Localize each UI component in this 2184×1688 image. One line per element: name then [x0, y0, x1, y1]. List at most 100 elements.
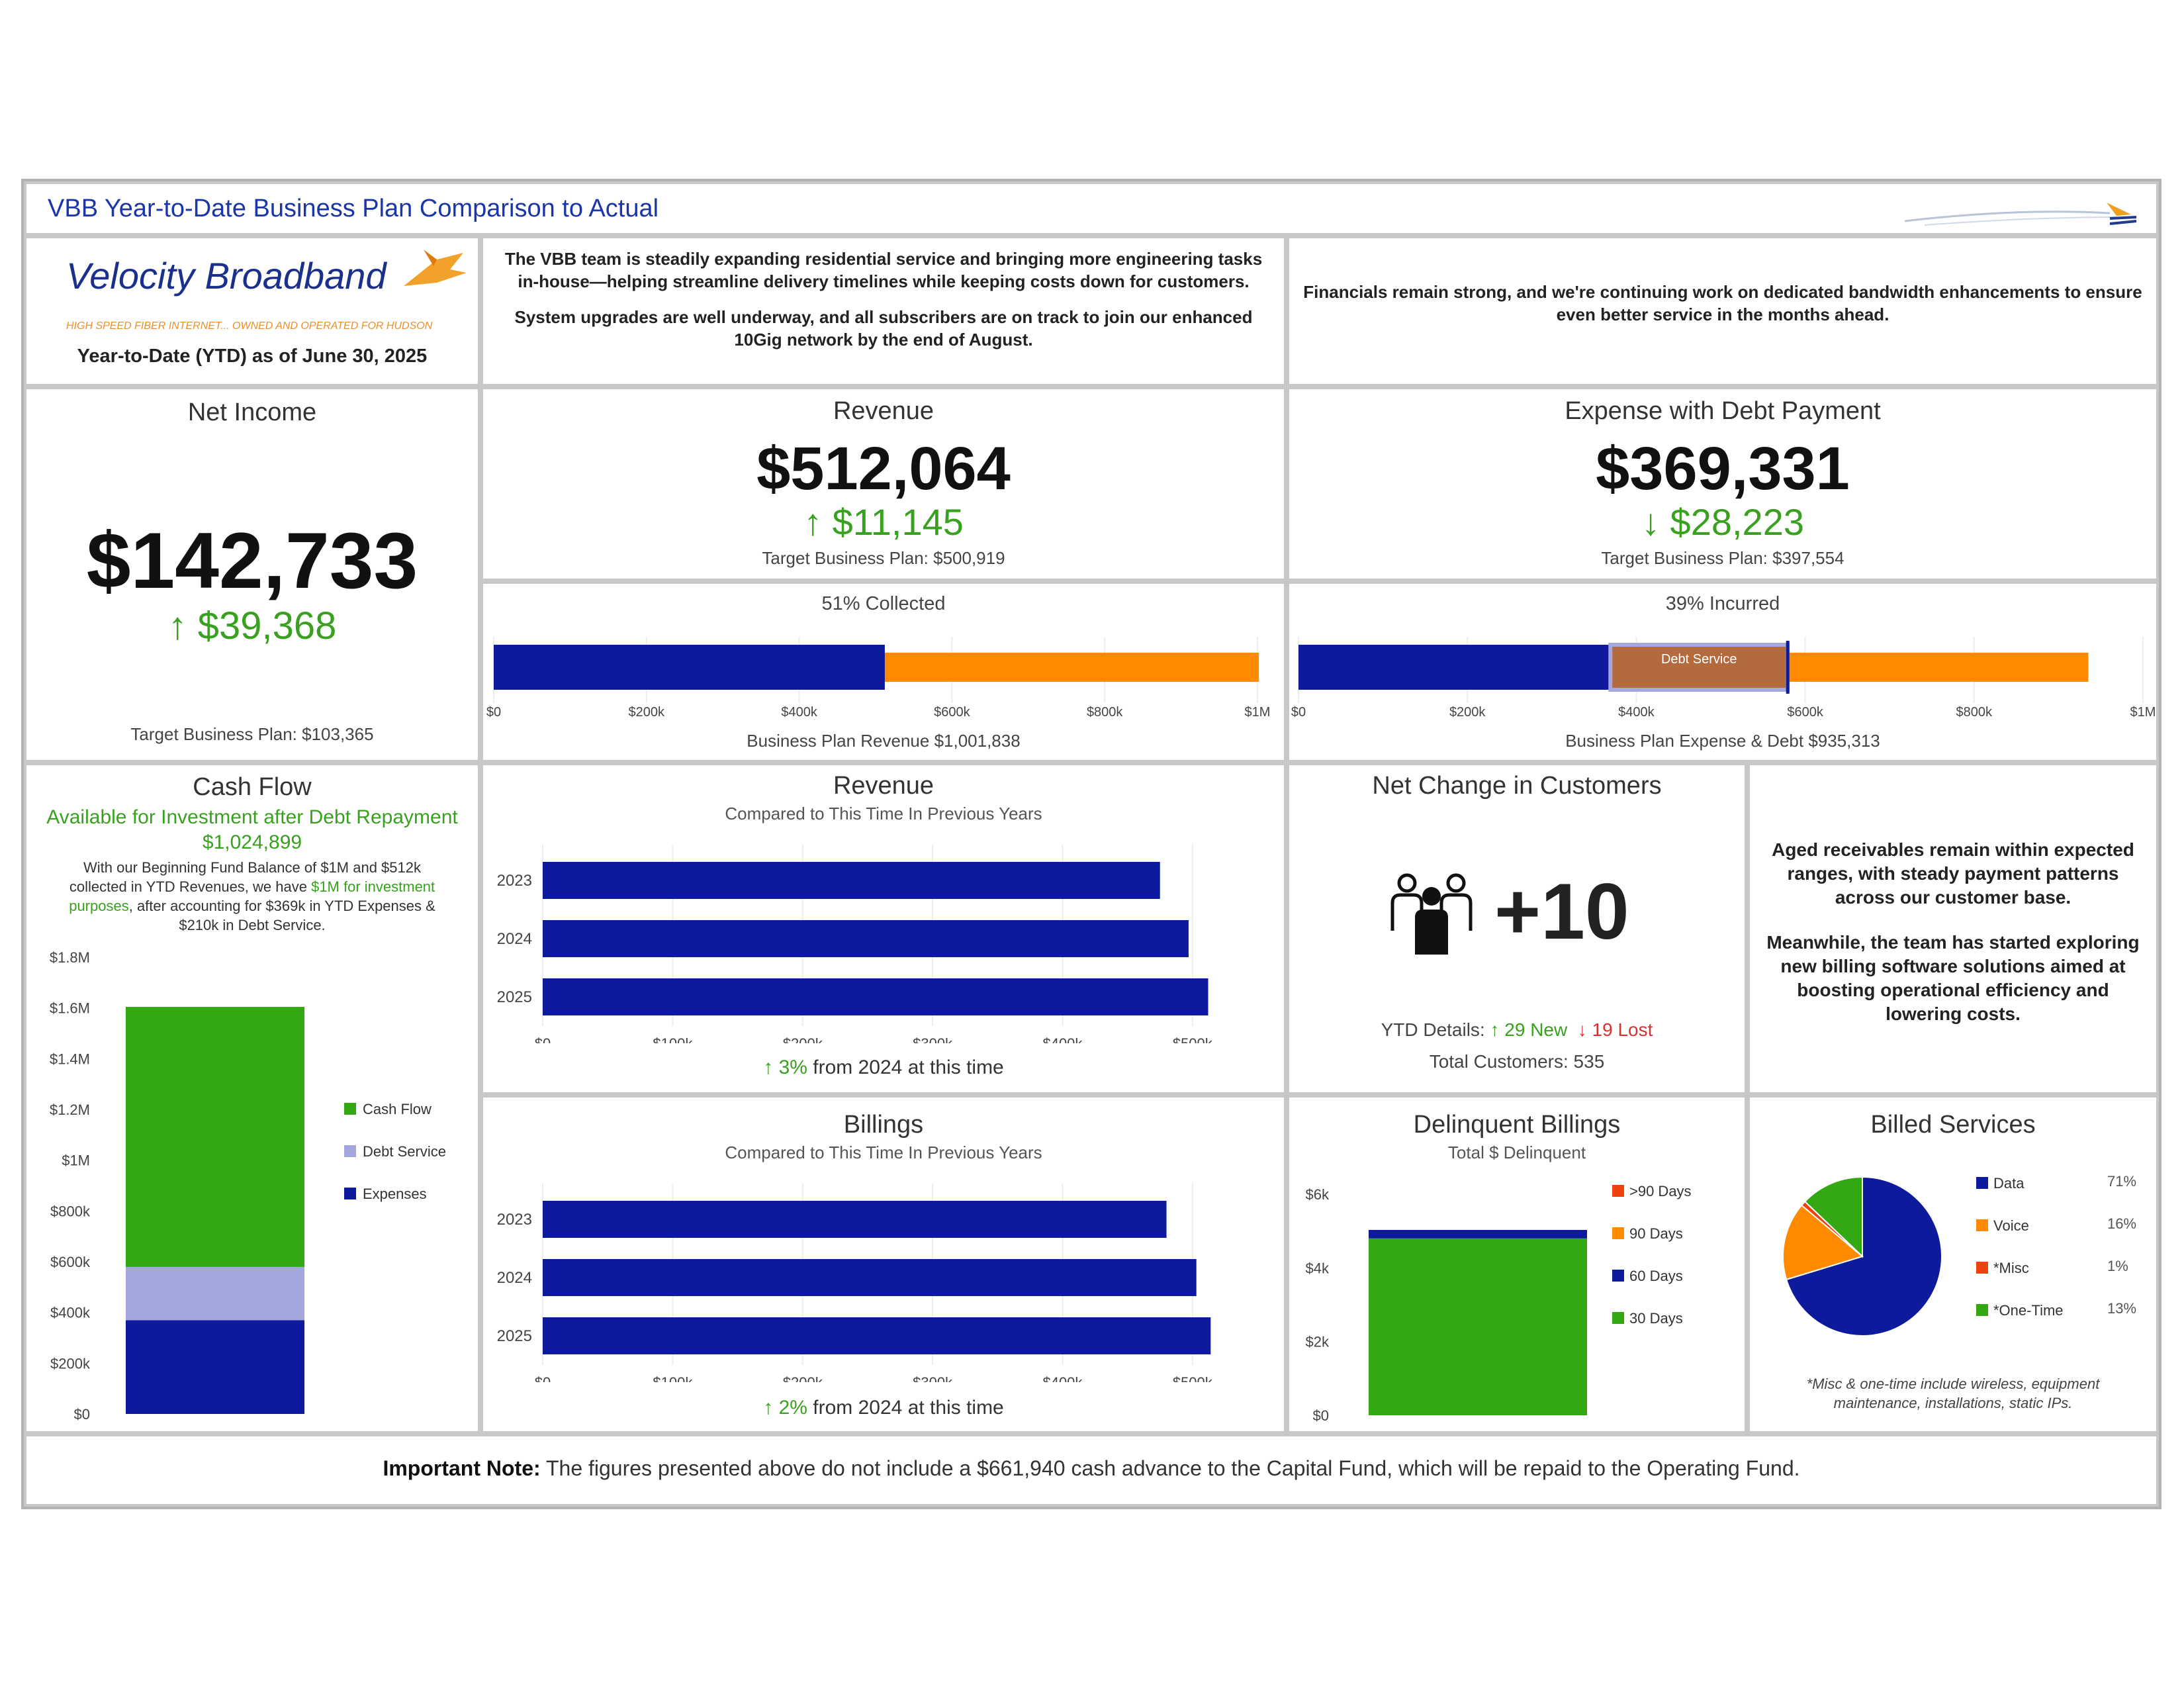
- pie-legend-label: *One-Time: [1993, 1302, 2064, 1319]
- revenue-collected-bar: [494, 645, 885, 690]
- customers-net-value: +10: [1494, 867, 1629, 956]
- revenue-progress-title: 51% Collected: [821, 593, 946, 614]
- billings-history-title: Billings: [843, 1111, 924, 1139]
- bird-logo-icon: [404, 250, 467, 286]
- billings-history-x-tick-label: $400k: [1042, 1374, 1083, 1382]
- revenue-history-x-tick-label: $200k: [783, 1035, 823, 1043]
- delinquent-segment: [1369, 1238, 1587, 1415]
- cash-flow-legend-label: Debt Service: [363, 1143, 446, 1160]
- billings-history-footer-text: from 2024 at this time: [807, 1397, 1004, 1419]
- revenue-kpi-target: Target Business Plan: $500,919: [762, 548, 1005, 568]
- billings-history-x-tick-label: $500k: [1173, 1374, 1213, 1382]
- expense-kpi-value: $369,331: [1596, 435, 1850, 502]
- cash-flow-y-tick-label: $1.8M: [50, 949, 90, 966]
- pie-legend-label: *Misc: [1993, 1260, 2029, 1276]
- net-income-delta: ↑ $39,368: [167, 604, 337, 647]
- delinquent-legend-swatch: [1612, 1227, 1624, 1239]
- cash-flow-y-tick-label: $0: [74, 1406, 90, 1423]
- revenue-history-subtitle: Compared to This Time In Previous Years: [725, 804, 1042, 823]
- delinquent-chart: $0 $2k $4k $6k >90 Days 90 Days 60 Days 30 Days: [1306, 1183, 1692, 1424]
- cash-flow-segment: [126, 1266, 304, 1321]
- billed-services-panel: Billed Services Data 71% Voice 16% *Misc 1% *O…: [1750, 1098, 2156, 1431]
- revenue-kpi-panel: Revenue $512,064 ↑ $11,145 Target Busine…: [483, 389, 1284, 579]
- revenue-history-footer: ↑ 3% from 2024 at this time: [483, 1056, 1284, 1079]
- pie-legend-label: Voice: [1993, 1217, 2029, 1234]
- revenue-progress-x-tick-label: $800k: [1087, 705, 1123, 720]
- revenue-progress-x-tick-label: $0: [486, 705, 501, 720]
- cash-flow-y-tick-label: $800k: [50, 1203, 91, 1219]
- customers-lost-count: ↓ 19 Lost: [1577, 1019, 1653, 1040]
- revenue-history-title: Revenue: [833, 772, 934, 800]
- billings-history-x-tick-label: $0: [535, 1374, 551, 1382]
- pie-data-label: 71%: [2107, 1173, 2136, 1190]
- billings-history-subtitle: Compared to This Time In Previous Years: [725, 1143, 1042, 1162]
- swoosh-logo-icon: [1904, 203, 2137, 226]
- revenue-kpi-title: Revenue: [833, 397, 934, 425]
- expense-kpi-title: Expense with Debt Payment: [1565, 397, 1881, 425]
- expense-incurred-bar: [1298, 645, 1611, 690]
- revenue-progress-chart: $0 $200k $400k $600k $800k $1M: [486, 637, 1271, 720]
- footer-note-text: The figures presented above do not inclu…: [540, 1456, 1800, 1480]
- revenue-history-panel: Revenue Compared to This Time In Previou…: [483, 765, 1284, 1092]
- delinquent-segment: [1369, 1229, 1587, 1239]
- expense-progress-title: 39% Incurred: [1665, 593, 1780, 614]
- billings-history-panel: Billings Compared to This Time In Previo…: [483, 1098, 1284, 1431]
- expense-progress-x-tick-label: $400k: [1618, 705, 1655, 720]
- financials-message: Financials remain strong, and we're cont…: [1303, 282, 2142, 324]
- cash-flow-y-tick-label: $1.4M: [50, 1051, 90, 1067]
- engineering-message-1: The VBB team is steadily expanding resid…: [504, 249, 1263, 291]
- delinquent-y-tick-label: $0: [1313, 1407, 1329, 1424]
- cash-flow-y-tick-label: $400k: [50, 1305, 91, 1321]
- debt-service-label: Debt Service: [1661, 652, 1737, 667]
- revenue-progress-panel: 51% Collected $0 $200k $400k $600k $800k $1M …: [483, 584, 1284, 760]
- logo-panel: Velocity Broadband HIGH SPEED FIBER INTE…: [26, 238, 478, 384]
- delinquent-legend-label: >90 Days: [1629, 1183, 1692, 1199]
- delinquent-legend-swatch: [1612, 1185, 1624, 1197]
- revenue-kpi-delta: ↑ $11,145: [803, 501, 964, 543]
- footer-note-panel: Important Note: The figures presented ab…: [26, 1436, 2156, 1504]
- revenue-history-bar: [543, 920, 1189, 957]
- customers-new-count: ↑ 29 New: [1490, 1019, 1568, 1040]
- cash-flow-amount: $1,024,899: [202, 831, 302, 853]
- revenue-progress-x-tick-label: $200k: [629, 705, 665, 720]
- delinquent-y-tick-label: $4k: [1306, 1260, 1330, 1276]
- expense-progress-x-tick-label: $0: [1291, 705, 1306, 720]
- expense-kpi-delta: ↓ $28,223: [1641, 501, 1804, 543]
- pie-legend-swatch: [1976, 1177, 1988, 1189]
- billings-history-footer: ↑ 2% from 2024 at this time: [483, 1397, 1284, 1419]
- delinquent-title: Delinquent Billings: [1413, 1111, 1621, 1139]
- revenue-history-category-label: 2025: [497, 988, 532, 1006]
- cash-flow-segment: [126, 1007, 304, 1267]
- revenue-history-pct: ↑ 3%: [763, 1056, 807, 1078]
- revenue-progress-x-tick-label: $400k: [781, 705, 817, 720]
- expense-kpi-panel: Expense with Debt Payment $369,331 ↓ $28…: [1289, 389, 2156, 579]
- cash-flow-y-tick-label: $1.6M: [50, 1000, 90, 1017]
- revenue-progress-x-tick-label: $1M: [1245, 705, 1271, 720]
- revenue-progress-caption: Business Plan Revenue $1,001,838: [747, 731, 1021, 751]
- brand-name-b: Broadband: [195, 255, 387, 297]
- brand-logo: Velocity Broadband: [66, 254, 387, 297]
- billed-services-chart: Data 71% Voice 16% *Misc 1% *One-Time 13%: [1782, 1173, 2136, 1336]
- revenue-kpi-value: $512,064: [756, 435, 1011, 502]
- expense-kpi-target: Target Business Plan: $397,554: [1601, 548, 1844, 568]
- expense-progress-x-tick-label: $600k: [1787, 705, 1823, 720]
- cash-flow-y-tick-label: $1.2M: [50, 1102, 90, 1118]
- cash-flow-desc-part-2: , after accounting for $369k in YTD Expe…: [128, 898, 435, 933]
- brand-tagline: HIGH SPEED FIBER INTERNET... OWNED AND O…: [66, 320, 433, 332]
- footer-note-label: Important Note:: [383, 1456, 541, 1480]
- delinquent-subtitle: Total $ Delinquent: [1447, 1143, 1586, 1162]
- pie-legend-swatch: [1976, 1219, 1988, 1231]
- footer-note: Important Note: The figures presented ab…: [26, 1456, 2156, 1481]
- billings-history-pct: ↑ 2%: [763, 1397, 807, 1419]
- people-group-icon: [1390, 873, 1473, 955]
- billings-history-x-tick-label: $200k: [783, 1374, 823, 1382]
- expense-progress-panel: 39% Incurred $0 $200k $400k $600k $800k $1M De…: [1289, 584, 2156, 760]
- pie-data-label: 16%: [2107, 1215, 2136, 1232]
- revenue-history-x-tick-label: $100k: [653, 1035, 693, 1043]
- expense-progress-x-tick-label: $800k: [1956, 705, 1993, 720]
- billed-services-title: Billed Services: [1870, 1111, 2036, 1139]
- billed-services-footnote: *Misc & one-time include wireless, equip…: [1806, 1376, 2100, 1411]
- customers-details: YTD Details: ↑ 29 New ↓ 19 Lost: [1289, 1019, 1745, 1041]
- cash-flow-panel: Cash Flow Available for Investment after…: [26, 765, 478, 1431]
- pie-data-label: 13%: [2107, 1300, 2136, 1317]
